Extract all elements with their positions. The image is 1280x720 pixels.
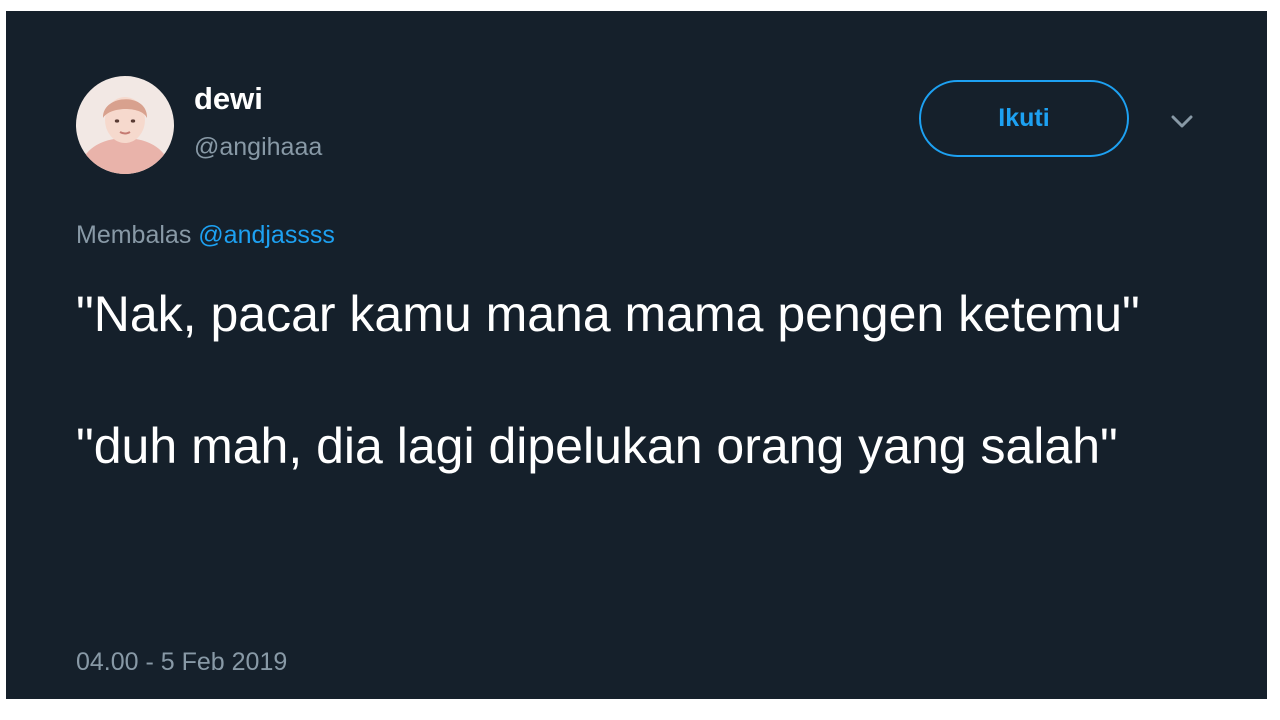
tweet-paragraph: "Nak, pacar kamu mana mama pengen ketemu…	[76, 286, 1140, 342]
tweet-timestamp[interactable]: 04.00 - 5 Feb 2019	[76, 645, 287, 679]
tweet-card: dewi @angihaaa Ikuti Membalas @andjassss…	[6, 11, 1267, 699]
tweet-text: "Nak, pacar kamu mana mama pengen ketemu…	[76, 281, 1186, 479]
author-handle[interactable]: @angihaaa	[194, 130, 322, 164]
author-avatar[interactable]	[76, 76, 174, 174]
reply-prefix: Membalas	[76, 221, 192, 249]
tweet-paragraph: "duh mah, dia lagi dipelukan orang yang …	[76, 418, 1118, 474]
more-options-button[interactable]	[1164, 107, 1200, 137]
follow-button[interactable]: Ikuti	[919, 80, 1129, 157]
reply-context: Membalas @andjassss	[76, 218, 335, 252]
chevron-down-icon	[1171, 115, 1193, 128]
reply-to-handle[interactable]: @andjassss	[198, 221, 335, 249]
avatar-image	[76, 76, 174, 174]
author-display-name[interactable]: dewi	[194, 79, 263, 119]
